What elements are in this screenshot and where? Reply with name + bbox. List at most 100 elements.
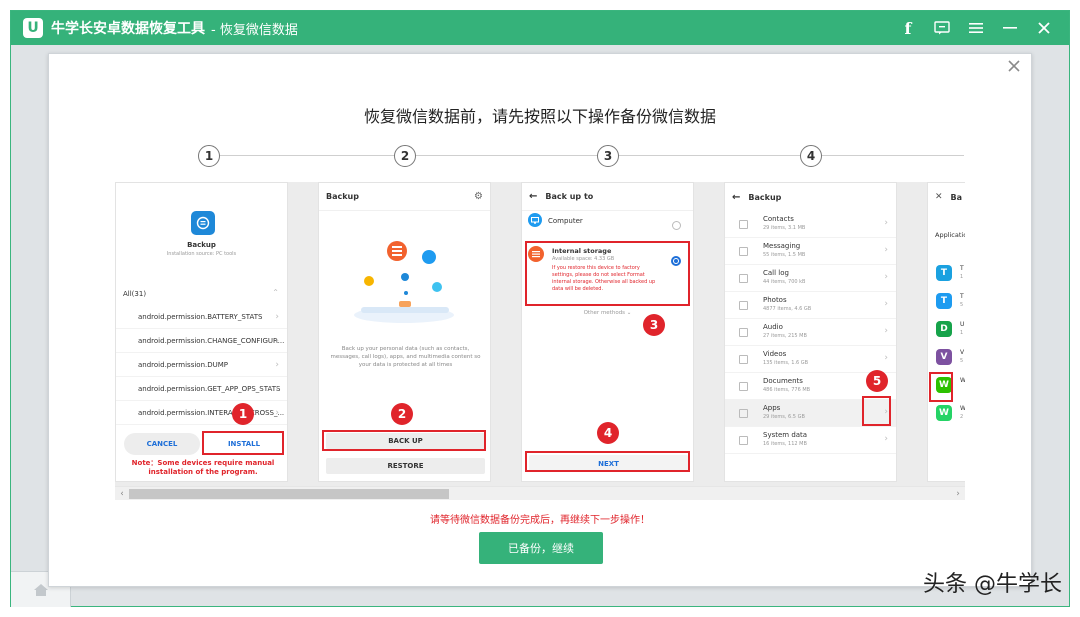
chevron-right-icon: › [884, 272, 888, 282]
permission-item[interactable]: android.permission.DUMP› [116, 353, 287, 377]
highlight-back-up [322, 430, 486, 451]
back-arrow-icon[interactable]: ← [529, 191, 537, 202]
chevron-right-icon: › [275, 408, 279, 418]
app-label: W [960, 405, 965, 412]
panel-title: Backup [326, 192, 359, 201]
other-methods-link[interactable]: Other methods ⌄ [522, 310, 693, 316]
highlight-internal-storage [525, 241, 690, 306]
backup-item[interactable]: Call log44 items, 700 kB› [725, 265, 896, 292]
panel-title: Backup [748, 193, 781, 202]
chevron-up-icon[interactable]: ⌃ [272, 288, 279, 297]
step-badge-3: 3 [643, 314, 665, 336]
computer-icon [528, 213, 542, 227]
computer-option[interactable]: Computer [548, 217, 583, 225]
chevron-right-icon: › [884, 434, 888, 444]
chevron-right-icon: › [275, 360, 279, 370]
app-label: T [960, 265, 964, 272]
backup-item[interactable]: System data16 items, 112 MB› [725, 427, 896, 454]
permission-item[interactable]: android.permission.BATTERY_STATS› [116, 305, 287, 329]
checkbox[interactable] [739, 409, 748, 418]
step-1: 1 [198, 145, 220, 167]
cancel-button[interactable]: CANCEL [124, 433, 200, 455]
restore-button[interactable]: RESTORE [326, 458, 485, 474]
app-title: 牛学长安卓数据恢复工具 [51, 18, 205, 38]
backup-guide-dialog: 恢复微信数据前，请先按照以下操作备份微信数据 1 2 3 4 Backup In… [48, 53, 1032, 587]
gear-icon[interactable]: ⚙ [474, 191, 483, 202]
checkbox[interactable] [739, 382, 748, 391]
app-sub: 2 [960, 414, 963, 420]
checkbox[interactable] [739, 436, 748, 445]
whatsapp-icon: W [936, 405, 952, 421]
scroll-right-icon[interactable]: › [951, 487, 965, 501]
step-4: 4 [800, 145, 822, 167]
close-icon[interactable] [1027, 11, 1061, 45]
panel-title: Back up to [545, 192, 593, 201]
app-logo-icon: U [23, 18, 43, 38]
back-arrow-icon[interactable]: ← [732, 192, 740, 203]
backup-item[interactable]: Photos4877 items, 4.6 GB› [725, 292, 896, 319]
permission-item[interactable]: android.permission.INTERACT_ACROSS_...› [116, 401, 287, 425]
panel-applications: ✕Ba Applicatio T T D V W W T 1 T 5 U 1 V… [927, 182, 965, 482]
permissions-all-label: All(31) [123, 290, 146, 298]
scroll-left-icon[interactable]: ‹ [115, 487, 129, 501]
backup-item[interactable]: Videos135 items, 1.6 GB› [725, 346, 896, 373]
step-2: 2 [394, 145, 416, 167]
applications-section: Applicatio [935, 231, 965, 239]
install-source: Installation source: PC tools [116, 251, 287, 257]
step-badge-5: 5 [866, 370, 888, 392]
checkbox[interactable] [739, 247, 748, 256]
feedback-icon[interactable] [925, 11, 959, 45]
minimize-icon[interactable] [993, 11, 1027, 45]
title-bar: U 牛学长安卓数据恢复工具 - 恢复微信数据 f [11, 11, 1069, 45]
app-name: Backup [116, 241, 287, 249]
chevron-right-icon: › [884, 299, 888, 309]
app-label: U [960, 321, 964, 328]
install-note: Note：Some devices require manual install… [128, 459, 278, 477]
chevron-right-icon: › [275, 336, 279, 346]
checkbox[interactable] [739, 355, 748, 364]
viber-icon: V [936, 349, 952, 365]
permission-item[interactable]: android.permission.CHANGE_CONFIGUR...› [116, 329, 287, 353]
backup-description: Back up your personal data (such as cont… [327, 345, 484, 369]
app-sub: 1 [960, 330, 963, 336]
app-icon: D [936, 321, 952, 337]
checkbox[interactable] [739, 301, 748, 310]
dialog-headline: 恢复微信数据前，请先按照以下操作备份微信数据 [49, 103, 1031, 127]
chevron-right-icon: › [275, 312, 279, 322]
step-badge-2: 2 [391, 403, 413, 425]
checkbox[interactable] [739, 328, 748, 337]
app-label: W [960, 377, 965, 384]
close-icon[interactable]: ✕ [935, 192, 943, 202]
scrollbar-thumb[interactable] [129, 489, 449, 499]
dialog-close-icon[interactable] [1005, 58, 1023, 76]
app-label: T [960, 293, 964, 300]
highlight-apps-chevron [862, 396, 891, 426]
checkbox[interactable] [739, 274, 748, 283]
app-subtitle: - 恢复微信数据 [211, 19, 298, 38]
app-sub: 5 [960, 358, 963, 364]
chevron-right-icon: › [884, 353, 888, 363]
chevron-right-icon: › [884, 326, 888, 336]
highlight-next [525, 451, 690, 472]
backup-item[interactable]: Audio27 items, 215 MB› [725, 319, 896, 346]
facebook-icon[interactable]: f [891, 11, 925, 45]
backup-item[interactable]: Messaging55 items, 1.5 MB› [725, 238, 896, 265]
panel-backup-items: ← Backup Contacts29 items, 3.1 MB› Messag… [724, 182, 897, 482]
backup-app-icon [191, 211, 215, 235]
steps-progress-line [209, 155, 964, 156]
watermark: 头条 @牛学长 [923, 566, 1062, 598]
backup-illustration [349, 233, 464, 328]
checkbox[interactable] [739, 220, 748, 229]
step-badge-1: 1 [232, 403, 254, 425]
app-sub: 5 [960, 302, 963, 308]
permission-item[interactable]: android.permission.GET_APP_OPS_STATS› [116, 377, 287, 401]
computer-radio[interactable] [672, 221, 681, 230]
chevron-right-icon: › [275, 384, 279, 394]
horizontal-scrollbar[interactable]: ‹ › [115, 486, 965, 500]
instruction-screenshot-strip: Backup Installation source: PC tools All… [115, 182, 965, 486]
menu-icon[interactable] [959, 11, 993, 45]
step-3: 3 [597, 145, 619, 167]
backup-item[interactable]: Contacts29 items, 3.1 MB› [725, 211, 896, 238]
app-sub: 1 [960, 274, 963, 280]
backed-up-continue-button[interactable]: 已备份，继续 [479, 532, 603, 564]
